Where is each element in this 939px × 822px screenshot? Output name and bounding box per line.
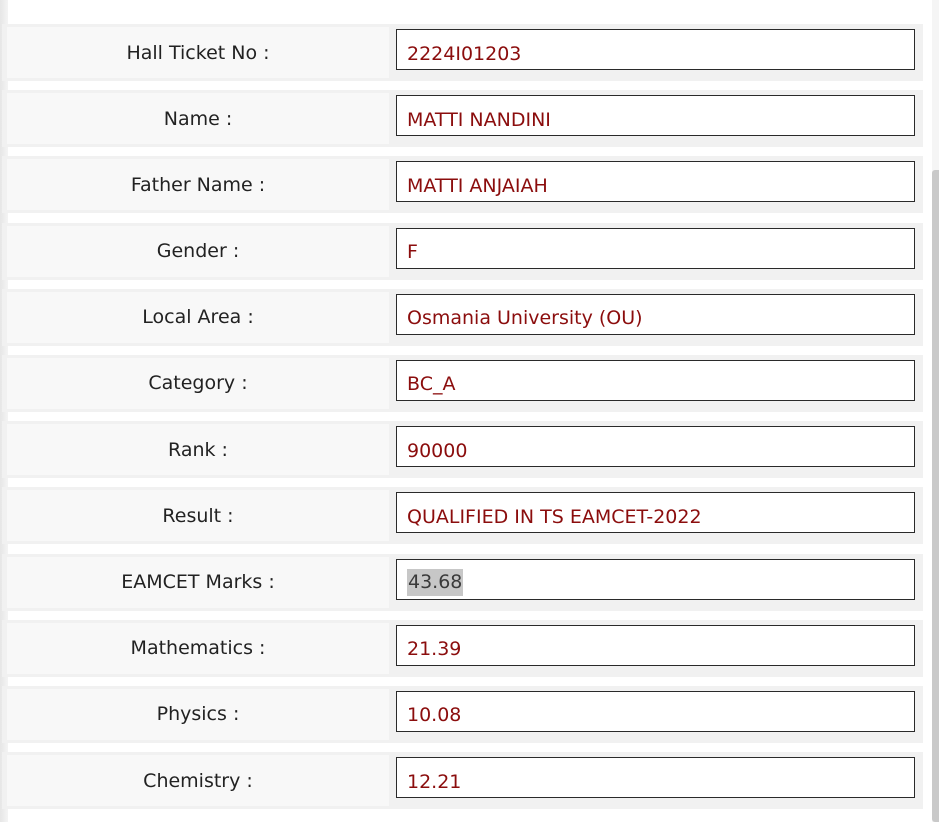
result-value: QUALIFIED IN TS EAMCET-2022 — [407, 505, 702, 528]
result-table: Hall Ticket No : 2224I01203 Name : MATTI… — [2, 24, 923, 818]
row-category: Category : BC_A — [2, 354, 923, 412]
eamcet-marks-label: EAMCET Marks : — [7, 556, 389, 608]
local-area-value: Osmania University (OU) — [407, 307, 643, 330]
hall-ticket-value: 2224I01203 — [407, 42, 522, 65]
mathematics-value: 21.39 — [407, 638, 462, 661]
row-gender: Gender : F — [2, 222, 923, 280]
gender-value: F — [407, 241, 418, 264]
father-name-value-box: MATTI ANJAIAH — [396, 161, 915, 203]
result-label: Result : — [7, 490, 389, 542]
category-label: Category : — [7, 357, 389, 409]
row-eamcet-marks: EAMCET Marks : 43.68 — [2, 553, 923, 611]
chemistry-value-box: 12.21 — [396, 757, 915, 799]
hall-ticket-label: Hall Ticket No : — [7, 27, 389, 78]
name-label: Name : — [7, 93, 389, 145]
row-local-area: Local Area : Osmania University (OU) — [2, 288, 923, 346]
mathematics-value-box: 21.39 — [396, 624, 915, 666]
row-rank: Rank : 90000 — [2, 421, 923, 479]
eamcet-marks-value[interactable]: 43.68 — [407, 568, 464, 596]
category-value: BC_A — [407, 373, 456, 396]
row-father-name: Father Name : MATTI ANJAIAH — [2, 156, 923, 214]
row-result: Result : QUALIFIED IN TS EAMCET-2022 — [2, 487, 923, 545]
row-name: Name : MATTI NANDINI — [2, 90, 923, 148]
chemistry-label: Chemistry : — [7, 755, 389, 807]
row-chemistry: Chemistry : 12.21 — [2, 752, 923, 810]
local-area-value-box: Osmania University (OU) — [396, 293, 915, 335]
physics-value: 10.08 — [407, 704, 462, 727]
gender-value-box: F — [396, 227, 915, 269]
father-name-value: MATTI ANJAIAH — [407, 174, 548, 197]
page: Hall Ticket No : 2224I01203 Name : MATTI… — [0, 0, 939, 822]
hall-ticket-value-box: 2224I01203 — [396, 29, 915, 70]
physics-value-box: 10.08 — [396, 690, 915, 732]
row-mathematics: Mathematics : 21.39 — [2, 619, 923, 677]
row-hall-ticket: Hall Ticket No : 2224I01203 — [2, 24, 923, 81]
scrollbar-thumb[interactable] — [932, 170, 939, 822]
rank-label: Rank : — [7, 424, 389, 476]
name-value: MATTI NANDINI — [407, 108, 551, 131]
father-name-label: Father Name : — [7, 159, 389, 211]
local-area-label: Local Area : — [7, 291, 389, 343]
row-physics: Physics : 10.08 — [2, 685, 923, 743]
rank-value: 90000 — [407, 439, 468, 462]
mathematics-label: Mathematics : — [7, 622, 389, 674]
name-value-box: MATTI NANDINI — [396, 95, 915, 137]
physics-label: Physics : — [7, 688, 389, 740]
chemistry-value: 12.21 — [407, 770, 462, 793]
category-value-box: BC_A — [396, 359, 915, 401]
gender-label: Gender : — [7, 225, 389, 277]
rank-value-box: 90000 — [396, 426, 915, 468]
result-value-box: QUALIFIED IN TS EAMCET-2022 — [396, 492, 915, 534]
eamcet-marks-value-box: 43.68 — [396, 558, 915, 600]
